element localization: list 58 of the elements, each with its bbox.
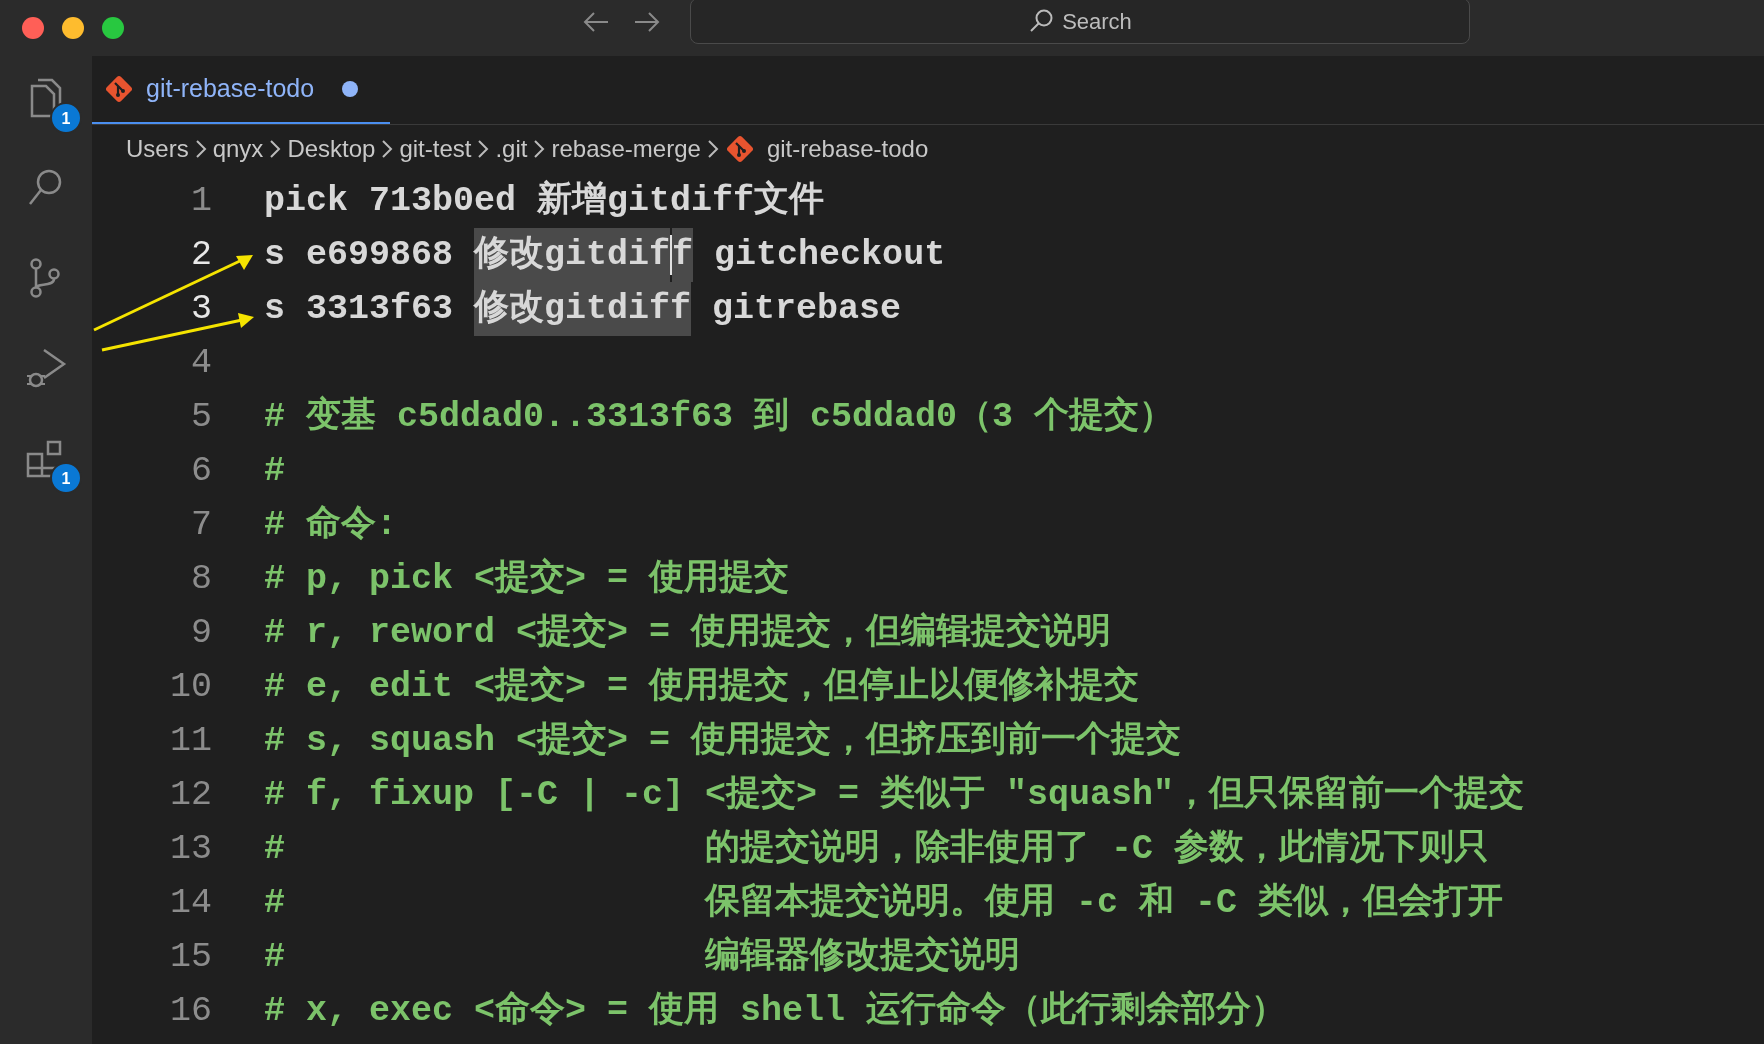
- selected-text: 修改gitdiff: [474, 282, 692, 336]
- search-field[interactable]: Search: [690, 0, 1470, 44]
- code-comment: # r, reword <提交> = 使用提交，但编辑提交说明: [264, 610, 1112, 655]
- maximize-window-button[interactable]: [102, 17, 124, 39]
- forward-arrow-icon[interactable]: [633, 11, 661, 33]
- line-number: 15: [169, 935, 212, 979]
- line-number: 8: [190, 557, 212, 601]
- breadcrumb-item[interactable]: Desktop: [287, 131, 376, 167]
- selected-text: 修改gitdif: [474, 228, 671, 282]
- count-badge: 1: [50, 102, 82, 134]
- code-comment: # 的提交说明，除非使用了 -C 参数，此情况下则只: [264, 826, 1490, 871]
- line-number: 6: [190, 449, 212, 493]
- code-comment: # 保留本提交说明。使用 -c 和 -C 类似，但会打开: [264, 880, 1504, 925]
- code-comment: # s, squash <提交> = 使用提交，但挤压到前一个提交: [264, 718, 1182, 763]
- line-number: 3: [190, 287, 212, 331]
- breadcrumb-item[interactable]: git-test: [399, 131, 472, 167]
- back-arrow-icon[interactable]: [582, 11, 610, 33]
- code-comment: # f, fixup [-C | -c] <提交> = 类似于 "squash"，但只保留前一个提交: [264, 772, 1525, 817]
- code-comment: # p, pick <提交> = 使用提交: [264, 556, 790, 601]
- chevron-icon: [269, 139, 282, 159]
- line-number: 11: [169, 719, 212, 763]
- line-number: 2: [190, 233, 212, 277]
- code-comment: # 变基 c5ddad0..3313f63 到 c5ddad0（3 个提交）: [264, 394, 1175, 439]
- code-comment: # 命令:: [264, 504, 397, 547]
- code-text: pick 713b0ed 新增gitdiff文件: [264, 179, 825, 223]
- line-number: 10: [169, 665, 212, 709]
- line-number: 13: [169, 827, 212, 871]
- chevron-icon: [194, 139, 207, 159]
- code-text: s 3313f63: [264, 288, 455, 331]
- chevron-icon: [477, 139, 490, 159]
- breadcrumb-item[interactable]: rebase-merge: [551, 131, 701, 167]
- chevron-icon: [533, 139, 546, 159]
- code-text: s e699868: [264, 234, 455, 277]
- close-window-button[interactable]: [22, 17, 44, 39]
- line-number: 9: [190, 611, 212, 655]
- chevron-icon: [706, 139, 719, 159]
- line-number: 12: [169, 773, 212, 817]
- breadcrumb-item[interactable]: qnyx: [212, 131, 264, 167]
- selected-text: f: [672, 228, 694, 282]
- line-number: 14: [169, 881, 212, 925]
- breadcrumb-item[interactable]: git-rebase-todo: [766, 131, 929, 167]
- breadcrumb-item[interactable]: .git: [495, 131, 528, 167]
- code-text: gitcheckout: [713, 234, 946, 277]
- count-badge: 1: [50, 462, 82, 494]
- line-number: 1: [190, 179, 212, 223]
- code-comment: # e, edit <提交> = 使用提交，但停止以便修补提交: [264, 664, 1140, 709]
- minimize-window-button[interactable]: [62, 17, 84, 39]
- line-number: 7: [190, 503, 212, 547]
- chevron-icon: [381, 139, 394, 159]
- code-comment: # 编辑器修改提交说明: [264, 934, 1021, 979]
- breadcrumb-item[interactable]: Users: [126, 131, 189, 167]
- line-number: 16: [169, 989, 212, 1033]
- line-number: 5: [190, 395, 212, 439]
- code-text: gitrebase: [711, 288, 902, 331]
- line-number: 4: [190, 341, 212, 385]
- search-icon: [1028, 8, 1055, 34]
- code-comment: # x, exec <命令> = 使用 shell 运行命令（此行剩余部分）: [264, 989, 1287, 1033]
- code-comment: #: [264, 450, 285, 493]
